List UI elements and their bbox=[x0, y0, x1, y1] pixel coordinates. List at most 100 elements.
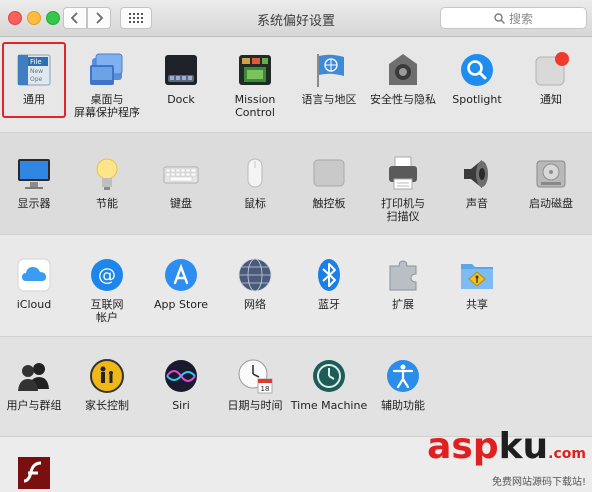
pref-label: 语言与地区 bbox=[301, 93, 357, 106]
selection-highlight bbox=[2, 42, 66, 118]
accessibility-icon bbox=[384, 357, 422, 395]
pref-label: 节能 bbox=[96, 197, 118, 210]
section-personal: File New Ope 通用 桌面与 屏幕保护程序 Dock Mission … bbox=[0, 37, 592, 133]
network-icon bbox=[236, 256, 274, 294]
display-icon bbox=[15, 155, 53, 193]
pref-internet-accounts[interactable]: @ 互联网 帐户 bbox=[68, 256, 146, 324]
search-placeholder: 搜索 bbox=[508, 11, 533, 26]
keyboard-icon bbox=[162, 155, 200, 193]
pref-label: 键盘 bbox=[170, 197, 192, 210]
pref-label: Siri bbox=[172, 399, 190, 412]
search-icon bbox=[494, 12, 505, 24]
pref-label: 触控板 bbox=[312, 197, 346, 210]
spotlight-icon bbox=[458, 51, 496, 89]
pref-label: 互联网 帐户 bbox=[90, 298, 124, 324]
pref-spotlight[interactable]: Spotlight bbox=[438, 51, 516, 106]
pref-icloud[interactable]: iCloud bbox=[0, 256, 73, 311]
pref-label: iCloud bbox=[16, 298, 52, 311]
pref-startup-disk[interactable]: 启动磁盘 bbox=[512, 155, 590, 210]
mission-control-icon bbox=[236, 51, 274, 89]
app-store-icon bbox=[162, 256, 200, 294]
pref-label: App Store bbox=[153, 298, 209, 311]
watermark-asp: asp bbox=[427, 426, 499, 467]
trackpad-icon bbox=[310, 155, 348, 193]
pref-printers-scanners[interactable]: 打印机与 扫描仪 bbox=[364, 155, 442, 223]
pref-energy-saver[interactable]: 节能 bbox=[68, 155, 146, 210]
pref-label: 家长控制 bbox=[85, 399, 129, 412]
pref-label: Dock bbox=[167, 93, 195, 106]
dock-icon bbox=[162, 51, 200, 89]
desktop-screensaver-icon bbox=[88, 51, 126, 89]
pref-date-time[interactable]: 18 日期与时间 bbox=[216, 357, 294, 412]
pref-label: Spotlight bbox=[452, 93, 502, 106]
pref-siri[interactable]: Siri bbox=[142, 357, 220, 412]
mouse-icon bbox=[236, 155, 274, 193]
printer-icon bbox=[384, 155, 422, 193]
time-machine-icon bbox=[310, 357, 348, 395]
pref-label: Time Machine bbox=[290, 399, 368, 412]
pref-label: 显示器 bbox=[17, 197, 51, 210]
section-other: aspku.com 免费网站源码下载站! bbox=[0, 429, 592, 492]
section-internet-wireless: iCloud @ 互联网 帐户 App Store 网络 蓝牙 扩展 共享 bbox=[0, 235, 592, 337]
pref-mouse[interactable]: 鼠标 bbox=[216, 155, 294, 210]
pref-sharing[interactable]: 共享 bbox=[438, 256, 516, 311]
icloud-icon bbox=[15, 256, 53, 294]
pref-notifications[interactable]: 通知 bbox=[512, 51, 590, 106]
section-system: 用户与群组 家长控制 Siri 18 日期与时间 Time Machine 辅助… bbox=[0, 337, 592, 437]
bluetooth-icon bbox=[310, 256, 348, 294]
pref-label: 安全性与隐私 bbox=[370, 93, 436, 106]
pref-bluetooth[interactable]: 蓝牙 bbox=[290, 256, 368, 311]
title-bar: 系统偏好设置 搜索 bbox=[0, 0, 592, 37]
section-hardware: 显示器 节能 键盘 鼠标 触控板 打印机与 扫描仪 声音 启动磁盘 bbox=[0, 133, 592, 235]
language-region-icon bbox=[310, 51, 348, 89]
pref-flash-player[interactable] bbox=[0, 454, 73, 492]
pref-accessibility[interactable]: 辅助功能 bbox=[364, 357, 442, 412]
pref-label: 启动磁盘 bbox=[529, 197, 573, 210]
pref-label: 扩展 bbox=[392, 298, 414, 311]
pref-label: 桌面与 屏幕保护程序 bbox=[74, 93, 140, 119]
pref-label: 共享 bbox=[466, 298, 488, 311]
flash-player-icon bbox=[15, 454, 53, 492]
pref-label: 辅助功能 bbox=[381, 399, 425, 412]
pref-label: 日期与时间 bbox=[227, 399, 283, 412]
pref-label: Mission Control bbox=[234, 93, 276, 119]
pref-sound[interactable]: 声音 bbox=[438, 155, 516, 210]
search-field[interactable]: 搜索 bbox=[440, 7, 587, 29]
date-time-icon: 18 bbox=[236, 357, 274, 395]
svg-text:@: @ bbox=[98, 265, 116, 286]
pref-label: 声音 bbox=[466, 197, 488, 210]
pref-keyboard[interactable]: 键盘 bbox=[142, 155, 220, 210]
pref-dock[interactable]: Dock bbox=[142, 51, 220, 106]
pref-language-region[interactable]: 语言与地区 bbox=[290, 51, 368, 106]
watermark-tagline: 免费网站源码下载站! bbox=[491, 477, 586, 488]
internet-accounts-icon: @ bbox=[88, 256, 126, 294]
watermark: aspku.com 免费网站源码下载站! bbox=[411, 426, 586, 489]
pref-desktop-screensaver[interactable]: 桌面与 屏幕保护程序 bbox=[68, 51, 146, 119]
pref-network[interactable]: 网络 bbox=[216, 256, 294, 311]
pref-users-groups[interactable]: 用户与群组 bbox=[0, 357, 73, 412]
parental-controls-icon bbox=[88, 357, 126, 395]
pref-security-privacy[interactable]: 安全性与隐私 bbox=[364, 51, 442, 106]
extensions-icon bbox=[384, 256, 422, 294]
pref-label: 鼠标 bbox=[244, 197, 266, 210]
siri-icon bbox=[162, 357, 200, 395]
pref-label: 打印机与 扫描仪 bbox=[381, 197, 425, 223]
pref-extensions[interactable]: 扩展 bbox=[364, 256, 442, 311]
energy-saver-icon bbox=[88, 155, 126, 193]
startup-disk-icon bbox=[532, 155, 570, 193]
pref-label: 通知 bbox=[540, 93, 562, 106]
pref-trackpad[interactable]: 触控板 bbox=[290, 155, 368, 210]
pref-label: 蓝牙 bbox=[318, 298, 340, 311]
sharing-icon bbox=[458, 256, 496, 294]
pref-displays[interactable]: 显示器 bbox=[0, 155, 73, 210]
pref-parental-controls[interactable]: 家长控制 bbox=[68, 357, 146, 412]
watermark-com: .com bbox=[548, 446, 586, 462]
pref-app-store[interactable]: App Store bbox=[142, 256, 220, 311]
sound-icon bbox=[458, 155, 496, 193]
pref-mission-control[interactable]: Mission Control bbox=[216, 51, 294, 119]
pref-label: 用户与群组 bbox=[6, 399, 62, 412]
pref-time-machine[interactable]: Time Machine bbox=[290, 357, 368, 412]
watermark-ku: ku bbox=[498, 426, 549, 467]
users-groups-icon bbox=[15, 357, 53, 395]
system-preferences-window: 系统偏好设置 搜索 File New Ope 通用 桌面与 屏幕保护程序 Doc… bbox=[0, 0, 592, 492]
